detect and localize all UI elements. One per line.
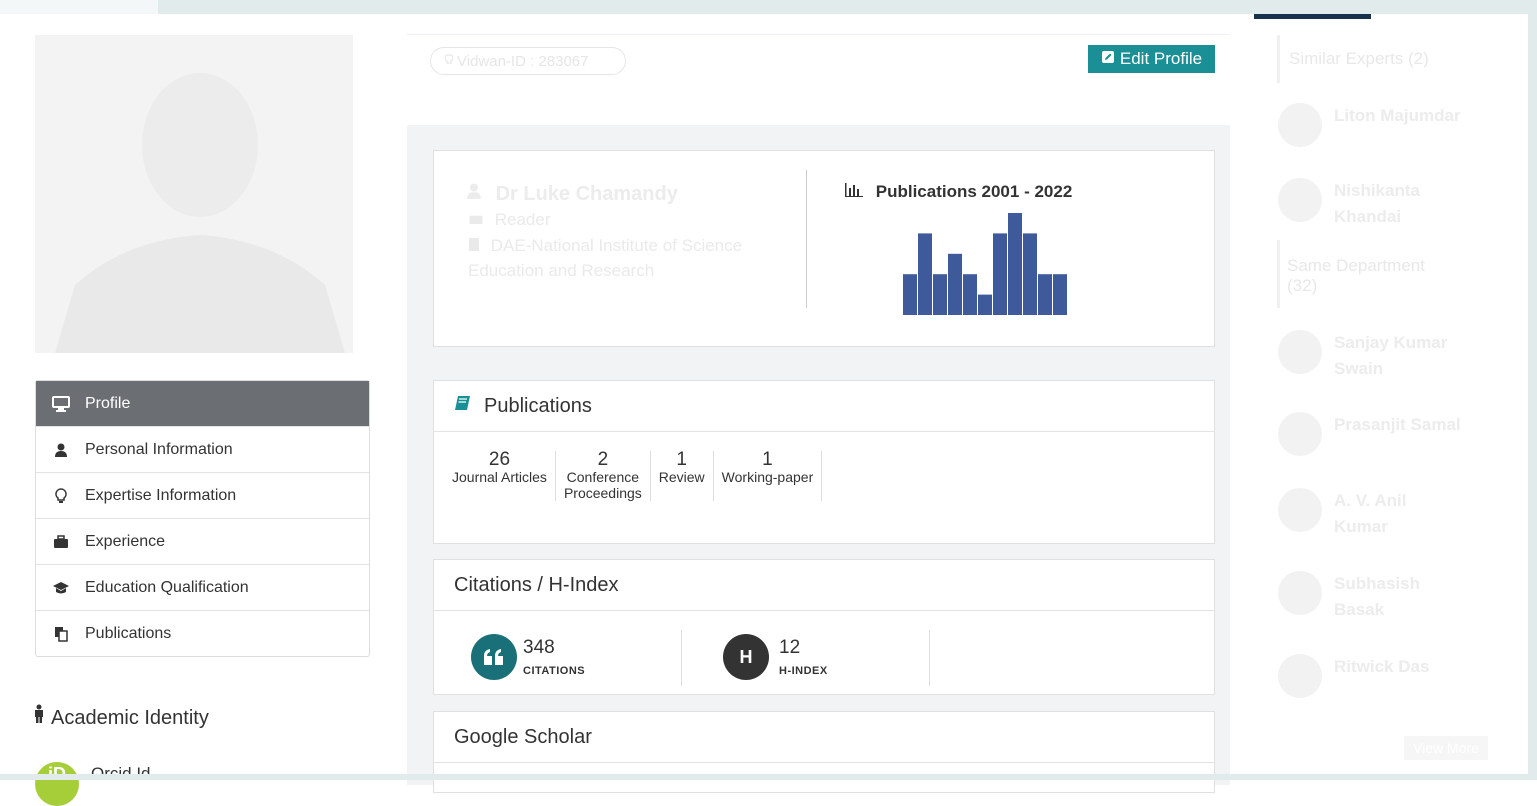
top-bar [158, 0, 1537, 14]
briefcase-icon [468, 210, 489, 229]
expert-subhasish-basak[interactable]: Subhasish Basak [1278, 571, 1464, 623]
publication-bar-2 [933, 274, 947, 315]
publication-bar-3 [948, 253, 962, 315]
profile-institute-line2: Education and Research [468, 261, 655, 280]
menu-item-profile[interactable]: Profile [36, 381, 369, 426]
stat-conference-proceedings[interactable]: 2 Conference Proceedings [556, 450, 651, 501]
book-icon [454, 394, 472, 418]
stat-working-paper[interactable]: 1 Working-paper [714, 450, 823, 501]
publication-bar-0 [903, 274, 917, 315]
publication-bar-7 [1008, 213, 1022, 315]
edit-profile-button[interactable]: Edit Profile [1088, 45, 1215, 73]
desktop-icon [52, 395, 70, 412]
google-scholar-panel: Google Scholar [433, 711, 1215, 793]
edit-icon [1101, 49, 1115, 69]
person-icon [33, 704, 45, 730]
publication-bar-4 [963, 274, 977, 315]
expert-liton-majumdar[interactable]: Liton Majumdar [1278, 103, 1464, 147]
academic-identity-heading: Academic Identity [33, 704, 209, 730]
citations-stat: 348 CITATIONS [471, 634, 585, 680]
lightbulb-icon [52, 487, 70, 504]
menu-item-label: Profile [85, 394, 131, 412]
bar-chart-icon [845, 182, 868, 201]
similar-experts-heading: Similar Experts (2) [1289, 49, 1429, 68]
menu-item-education-qualification[interactable]: Education Qualification [36, 564, 369, 610]
expert-nishikanta-khandai[interactable]: Nishikanta Khandai [1278, 178, 1464, 230]
profile-designation: Reader [468, 210, 551, 230]
avatar [1278, 330, 1322, 374]
stat-journal-articles[interactable]: 26 Journal Articles [452, 450, 556, 501]
publication-bar-1 [918, 233, 932, 315]
menu-item-publications[interactable]: Publications [36, 610, 369, 656]
expert-prasanjit-samal[interactable]: Prasanjit Samal [1278, 412, 1464, 456]
menu-item-label: Education Qualification [85, 578, 249, 596]
citations-panel-header: Citations / H-Index [434, 560, 1214, 611]
quote-icon [471, 634, 517, 680]
profile-menu: Profile Personal Information Expertise I… [35, 380, 370, 657]
avatar [1278, 178, 1322, 222]
menu-item-expertise-information[interactable]: Expertise Information [36, 472, 369, 518]
hindex-stat: H 12 H-INDEX [723, 634, 828, 680]
publications-panel-header: Publications [434, 381, 1214, 432]
menu-item-label: Publications [85, 624, 172, 642]
h-index-icon: H [723, 634, 769, 680]
publications-panel: Publications 26 Journal Articles 2 Confe… [433, 380, 1215, 544]
view-more-button[interactable]: View More [1404, 736, 1488, 760]
user-icon [466, 183, 488, 205]
publication-bar-5 [978, 294, 992, 315]
profile-institute: DAE-National Institute of Science [468, 236, 742, 256]
publication-bar-8 [1023, 233, 1037, 315]
avatar [1278, 412, 1322, 456]
copy-icon [52, 626, 70, 642]
profile-name: Dr Luke Chamandy [466, 182, 678, 206]
publications-bar-chart [903, 213, 1067, 315]
expert-av-anil-kumar[interactable]: A. V. Anil Kumar [1278, 488, 1464, 540]
building-icon [468, 236, 485, 255]
menu-item-experience[interactable]: Experience [36, 518, 369, 564]
hindex-label: H-INDEX [779, 665, 828, 677]
profile-photo [35, 35, 353, 353]
publications-chart-title: Publications 2001 - 2022 [845, 182, 1072, 202]
avatar [1278, 654, 1322, 698]
graduation-cap-icon [52, 581, 70, 595]
avatar [1278, 103, 1322, 147]
menu-item-label: Experience [85, 532, 166, 550]
expert-ritwick-das[interactable]: Ritwick Das [1278, 654, 1464, 698]
vidwan-id-badge: Vidwan-ID : 283067 [430, 47, 626, 75]
topbar-left [0, 0, 158, 14]
same-department-bar [1277, 240, 1280, 308]
right-edge-strip [1528, 0, 1537, 780]
menu-item-label: Personal Information [85, 440, 233, 458]
briefcase-icon [52, 534, 70, 549]
lightbulb-icon [444, 53, 454, 70]
menu-item-personal-information[interactable]: Personal Information [36, 426, 369, 472]
avatar [1278, 571, 1322, 615]
avatar [1278, 488, 1322, 532]
orcid-icon: iD [35, 762, 79, 806]
same-department-heading: Same Department (32) [1287, 256, 1425, 295]
hindex-count: 12 [779, 637, 801, 658]
citations-divider [681, 630, 682, 686]
hindex-divider [929, 630, 930, 686]
menu-item-label: Expertise Information [85, 486, 237, 504]
publication-bar-10 [1053, 274, 1067, 315]
publication-stats: 26 Journal Articles 2 Conference Proceed… [452, 450, 823, 501]
publication-bar-6 [993, 233, 1007, 315]
google-scholar-header: Google Scholar [434, 712, 1214, 763]
similar-experts-bar [1277, 35, 1280, 83]
bottom-edge-strip [0, 774, 1537, 780]
user-icon [52, 443, 70, 457]
citations-label: CITATIONS [523, 665, 586, 677]
info-card-divider [806, 170, 807, 308]
topbar-active-tab-indicator [1254, 14, 1371, 19]
publication-bar-9 [1038, 274, 1052, 315]
citations-count: 348 [523, 637, 555, 658]
expert-sanjay-kumar-swain[interactable]: Sanjay Kumar Swain [1278, 330, 1464, 382]
stat-review[interactable]: 1 Review [651, 450, 714, 501]
